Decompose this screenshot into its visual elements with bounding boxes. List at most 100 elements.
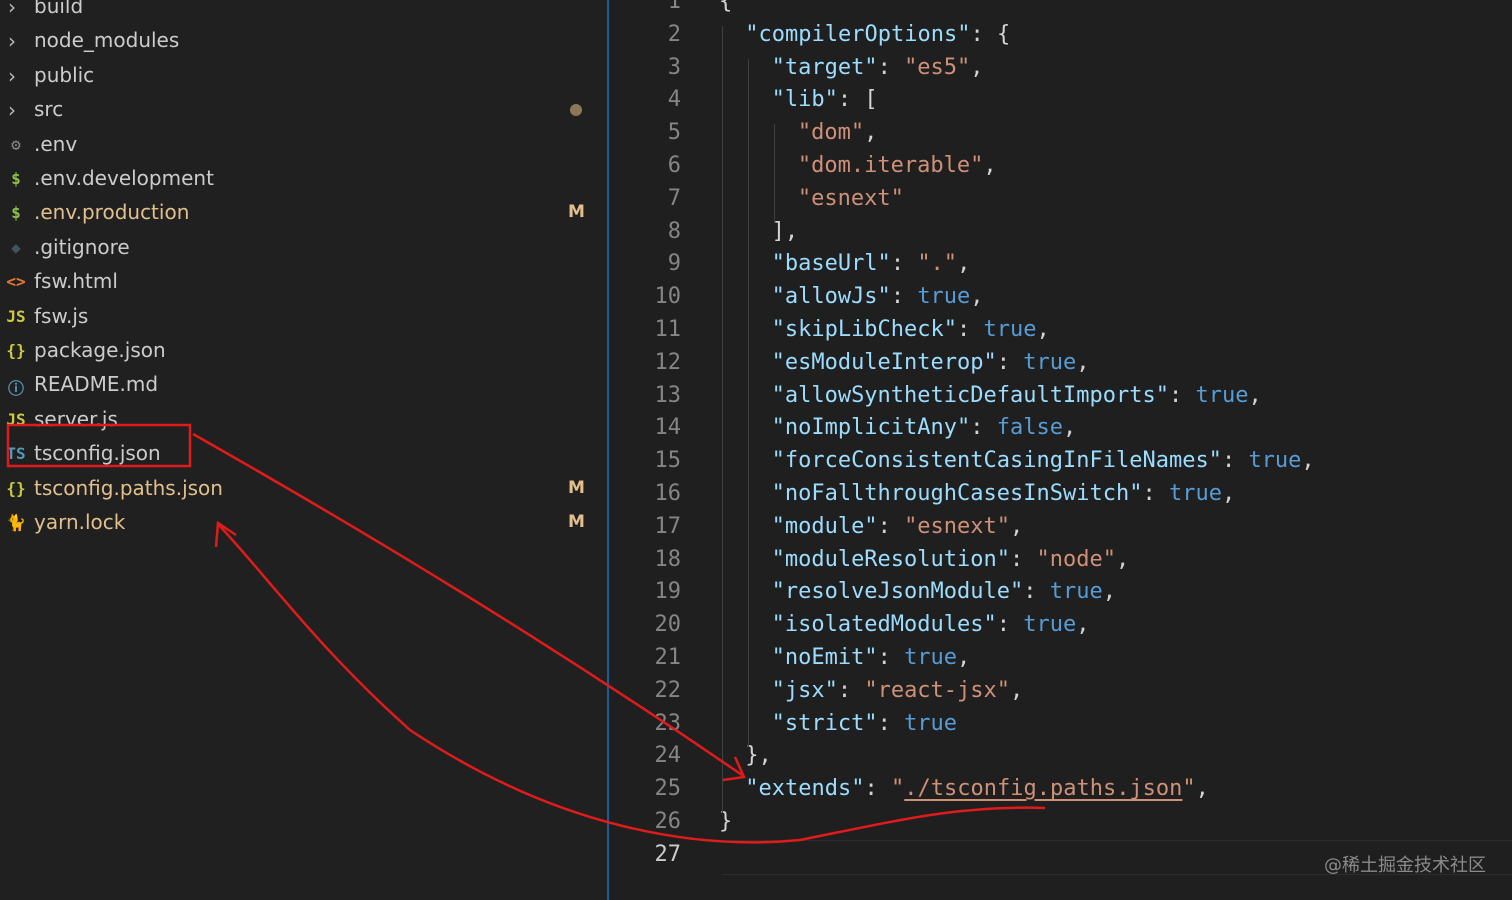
code-token: true: [904, 645, 958, 670]
code-line[interactable]: "skipLibCheck": true,: [772, 317, 1050, 342]
file-item-tsconfig-json[interactable]: TS tsconfig.json: [0, 437, 600, 471]
code-line[interactable]: "strict": true: [772, 711, 957, 736]
extends-path-link[interactable]: ./tsconfig.paths.json: [904, 776, 1182, 801]
code-token: ,: [1036, 317, 1050, 342]
folder-item-build[interactable]: › build: [0, 0, 600, 24]
code-line[interactable]: {: [719, 0, 732, 14]
code-token: :: [996, 349, 1024, 375]
code-token: "node": [1036, 546, 1116, 572]
file-item-env-development[interactable]: $ .env.development: [0, 162, 600, 196]
line-number: 12: [654, 349, 682, 375]
code-line[interactable]: "module": "esnext",: [772, 514, 1024, 539]
json-icon: {}: [6, 341, 26, 360]
code-line[interactable]: "resolveJsonModule": true,: [772, 579, 1116, 604]
item-label: src: [34, 97, 64, 122]
code-line[interactable]: "jsx": "react-jsx",: [772, 678, 1024, 703]
line-number: 24: [654, 743, 682, 769]
code-line[interactable]: "compilerOptions": {: [745, 22, 1010, 47]
code-line[interactable]: "lib": [: [772, 87, 878, 112]
code-line[interactable]: "dom",: [798, 120, 877, 145]
line-number: 14: [654, 415, 682, 441]
code-line[interactable]: "extends": "./tsconfig.paths.json",: [745, 776, 1209, 801]
file-item-fsw-js[interactable]: JS fsw.js: [0, 300, 600, 334]
line-number: 3: [667, 54, 681, 80]
code-token: "allowSyntheticDefaultImports": [771, 382, 1169, 408]
code-token: },: [745, 743, 772, 769]
code-token: :: [1142, 481, 1169, 506]
code-token: "baseUrl": [771, 251, 891, 277]
code-token: }: [719, 809, 733, 834]
code-token: :: [970, 415, 997, 441]
folder-item-src[interactable]: › src: [0, 93, 600, 127]
code-token: "extends": [745, 776, 865, 802]
code-token: :: [877, 710, 905, 736]
code-token: "dom.iterable": [797, 153, 984, 178]
line-number: 20: [654, 612, 682, 638]
code-editor[interactable]: 1 2 3 4 5 6 7 8 9 10 11 12 13 14 15 16 17 18 19 20 21 22 23 24 2…: [609, 0, 1512, 900]
code-line[interactable]: "moduleResolution": "node",: [772, 547, 1130, 572]
item-label: README.md: [34, 372, 159, 397]
code-token: "lib": [771, 87, 838, 113]
code-token: :: [890, 251, 918, 277]
dollar-icon: $: [11, 169, 21, 188]
item-label: node_modules: [34, 28, 180, 53]
code-line[interactable]: ],: [772, 219, 799, 244]
line-number: 9: [667, 251, 681, 277]
code-token: :: [957, 317, 984, 342]
code-line[interactable]: "baseUrl": ".",: [772, 251, 971, 276]
file-item-tsconfig-paths-json[interactable]: {} tsconfig.paths.json M: [0, 472, 600, 506]
code-token: ,: [957, 645, 971, 670]
code-token: :: [877, 645, 905, 670]
code-line[interactable]: },: [745, 743, 772, 768]
item-label: .env: [34, 131, 78, 156]
code-line[interactable]: "allowSyntheticDefaultImports": true,: [772, 383, 1262, 408]
code-line[interactable]: "isolatedModules": true,: [772, 612, 1090, 637]
info-icon: ⓘ: [7, 379, 24, 399]
code-token: ,: [1010, 677, 1024, 703]
code-line[interactable]: "noFallthroughCasesInSwitch": true,: [772, 481, 1236, 506]
code-line[interactable]: "noEmit": true,: [772, 645, 971, 670]
code-line[interactable]: "esnext": [798, 186, 904, 211]
line-number: 4: [667, 87, 681, 113]
folder-item-node-modules[interactable]: › node_modules: [0, 24, 600, 58]
item-label: build: [34, 0, 84, 18]
line-number: 27: [654, 841, 682, 867]
code-token: ,: [983, 153, 997, 178]
git-modified-badge: M: [568, 477, 585, 498]
code-token: "esnext": [797, 185, 904, 211]
file-item-gitignore[interactable]: ◆ .gitignore: [0, 231, 600, 265]
line-number: 15: [654, 448, 682, 474]
line-number: 22: [654, 677, 682, 703]
code-token: :: [837, 677, 865, 703]
code-line[interactable]: "target": "es5",: [772, 55, 984, 80]
item-label: yarn.lock: [34, 510, 126, 534]
file-item-env-production[interactable]: $ .env.production M: [0, 196, 600, 230]
file-item-server-js[interactable]: JS server.js: [0, 403, 600, 437]
code-token: ": [891, 776, 905, 802]
code-token: false: [996, 415, 1064, 441]
code-token: : {: [970, 21, 1011, 47]
json-icon: {}: [6, 478, 26, 498]
code-line[interactable]: "noImplicitAny": false,: [772, 415, 1077, 440]
file-item-readme-md[interactable]: ⓘ README.md: [0, 368, 600, 402]
code-line[interactable]: "esModuleInterop": true,: [772, 350, 1090, 375]
code-token: :: [1023, 579, 1050, 605]
code-line[interactable]: }: [719, 809, 732, 834]
folder-item-public[interactable]: › public: [0, 59, 600, 93]
file-item-package-json[interactable]: {} package.json: [0, 334, 600, 368]
javascript-icon: JS: [6, 306, 26, 326]
code-token: ,: [864, 120, 878, 146]
code-line[interactable]: "allowJs": true,: [772, 284, 984, 309]
code-token: "noEmit": [771, 645, 878, 670]
file-item-env[interactable]: ⚙ .env: [0, 128, 600, 162]
git-modified-badge: M: [568, 202, 585, 223]
line-number: 11: [654, 317, 682, 342]
code-token: :: [877, 54, 905, 80]
code-line[interactable]: "forceConsistentCasingInFileNames": true…: [772, 448, 1315, 473]
line-number: 6: [667, 153, 681, 178]
code-line[interactable]: "dom.iterable",: [798, 153, 997, 178]
file-item-fsw-html[interactable]: <> fsw.html: [0, 265, 600, 299]
code-token: "forceConsistentCasingInFileNames": [771, 448, 1222, 474]
code-token: true: [1248, 448, 1302, 474]
file-item-yarn-lock[interactable]: 🐈 yarn.lock M: [0, 506, 600, 540]
